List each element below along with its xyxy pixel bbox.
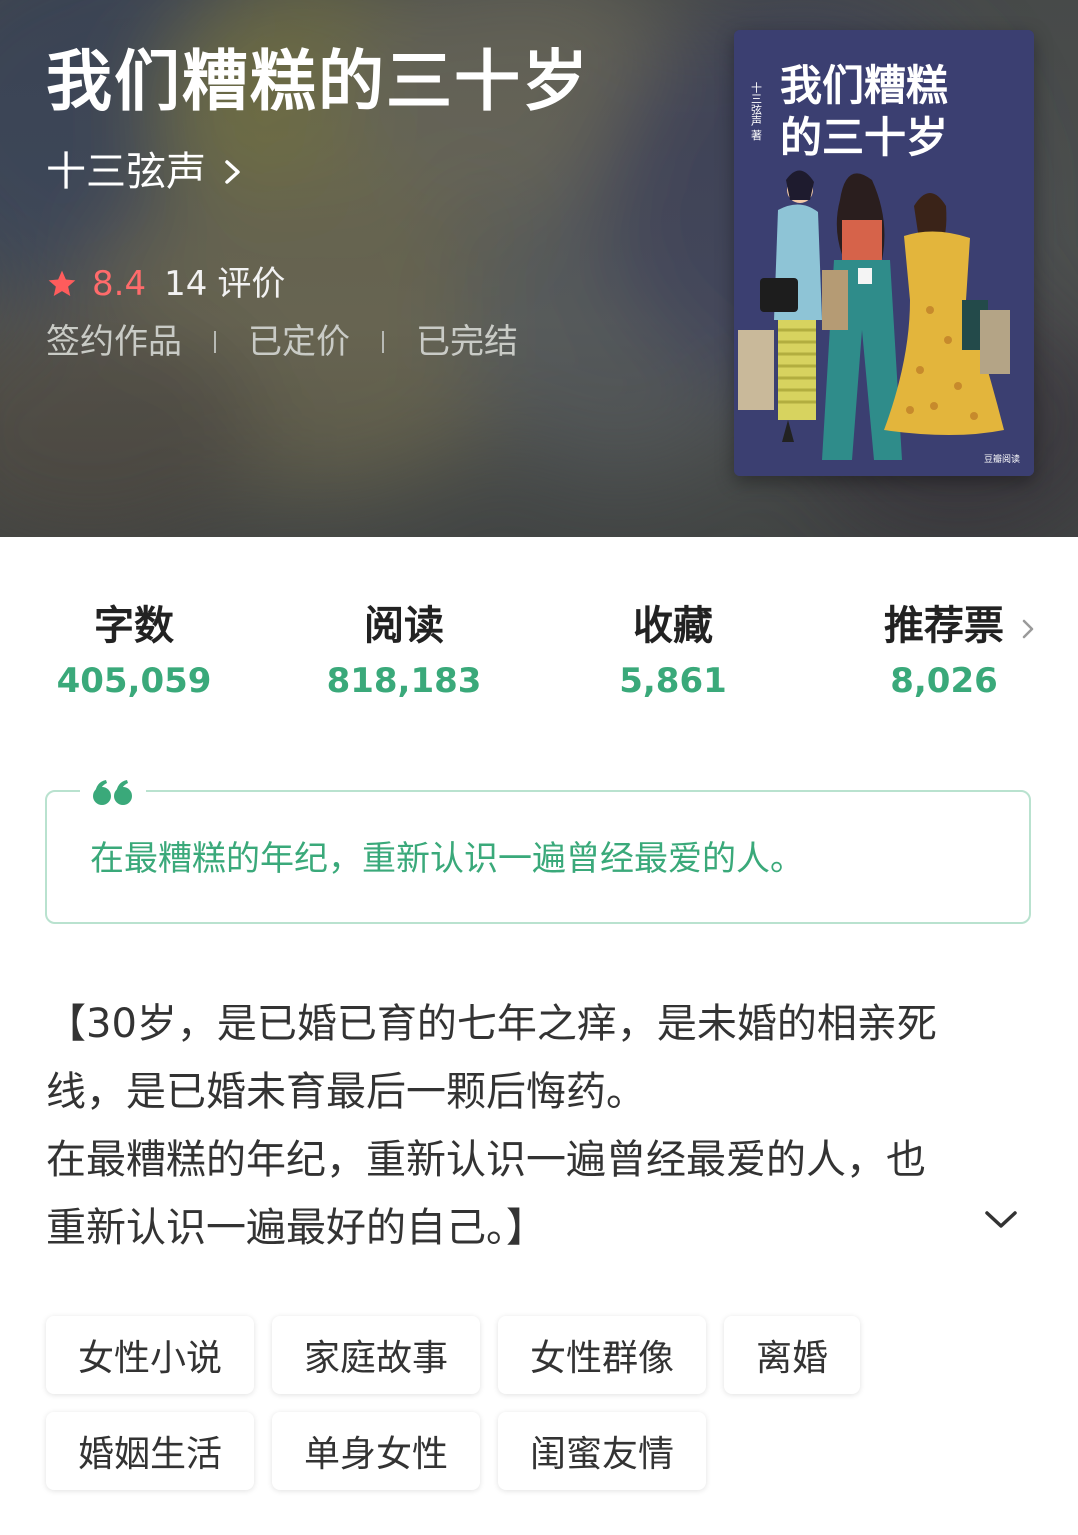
- stat-label: 阅读: [364, 603, 444, 649]
- stat-value: 405,059: [56, 661, 212, 701]
- quote-icon: [80, 770, 146, 814]
- chevron-right-icon: [1022, 619, 1034, 639]
- divider: [214, 331, 216, 353]
- tag-list: 女性小说 家庭故事 女性群像 离婚 婚姻生活 单身女性 闺蜜友情: [46, 1316, 1046, 1508]
- description-line: 【30岁，是已婚已育的七年之痒，是未婚的相亲死: [46, 1001, 937, 1047]
- chevron-down-icon[interactable]: [982, 1204, 1020, 1234]
- cover-author: 十三弦声 著: [750, 81, 763, 141]
- stat-value: 8,026: [890, 661, 998, 701]
- book-header: 我们糟糕的三十岁 十三弦声 8.4 14 评价 签约作品 已定价 已完结 我们糟…: [0, 0, 1078, 537]
- tag-chip[interactable]: 婚姻生活: [46, 1412, 255, 1490]
- status-priced: 已定价: [248, 322, 350, 362]
- cover-publisher: 豆瓣阅读: [984, 453, 1020, 465]
- description-line: 重新认识一遍最好的自己。】: [46, 1205, 546, 1251]
- book-cover[interactable]: 我们糟糕 的三十岁 十三弦声 著 豆瓣阅读: [734, 30, 1034, 476]
- tag-chip[interactable]: 单身女性: [272, 1412, 481, 1490]
- cover-title-line2: 的三十岁: [780, 113, 948, 162]
- rating-score: 8.4: [92, 264, 147, 304]
- book-status-row: 签约作品 已定价 已完结: [46, 320, 518, 364]
- star-icon: [48, 270, 76, 296]
- status-signed: 签约作品: [46, 322, 182, 362]
- book-stats: 字数 405,059 阅读 818,183 收藏 5,861 推荐票 8,026: [0, 598, 1078, 718]
- book-description: 【30岁，是已婚已育的七年之痒，是未婚的相亲死 线，是已婚未育最后一颗后悔药。 …: [46, 990, 1034, 1262]
- stat-value: 5,861: [619, 661, 727, 701]
- divider: [382, 331, 384, 353]
- description-line: 线，是已婚未育最后一颗后悔药。: [46, 1069, 646, 1115]
- stat-word-count: 字数 405,059: [14, 598, 254, 704]
- rating-row[interactable]: 8.4 14 评价: [46, 262, 285, 306]
- cover-title-line1: 我们糟糕: [780, 61, 948, 110]
- tagline-text: 在最糟糕的年纪，重新认识一遍曾经最爱的人。: [90, 839, 804, 879]
- stat-label: 收藏: [633, 603, 713, 649]
- stat-reads: 阅读 818,183: [284, 598, 524, 704]
- description-line: 在最糟糕的年纪，重新认识一遍曾经最爱的人，也: [46, 1137, 926, 1183]
- tag-row: 婚姻生活 单身女性 闺蜜友情: [46, 1412, 1046, 1490]
- stat-value: 818,183: [326, 661, 482, 701]
- rating-count: 14: [164, 264, 208, 304]
- status-completed: 已完结: [416, 322, 518, 362]
- book-cover-illustration: 我们糟糕 的三十岁 十三弦声 著 豆瓣阅读: [734, 30, 1034, 476]
- tag-row: 女性小说 家庭故事 女性群像 离婚: [46, 1316, 1046, 1394]
- chevron-right-icon: [225, 160, 240, 184]
- book-title: 我们糟糕的三十岁: [46, 43, 590, 120]
- stat-recommend-tickets[interactable]: 推荐票 8,026: [824, 598, 1064, 704]
- author-link[interactable]: 十三弦声: [46, 148, 246, 196]
- tag-chip[interactable]: 离婚: [724, 1316, 861, 1394]
- rating-unit: 评价: [217, 264, 286, 304]
- author-name: 十三弦声: [46, 149, 206, 195]
- tag-chip[interactable]: 闺蜜友情: [498, 1412, 707, 1490]
- tag-chip[interactable]: 家庭故事: [272, 1316, 481, 1394]
- stat-label: 字数: [94, 603, 174, 649]
- tag-chip[interactable]: 女性群像: [498, 1316, 707, 1394]
- stat-favorites: 收藏 5,861: [553, 598, 793, 704]
- tag-chip[interactable]: 女性小说: [46, 1316, 255, 1394]
